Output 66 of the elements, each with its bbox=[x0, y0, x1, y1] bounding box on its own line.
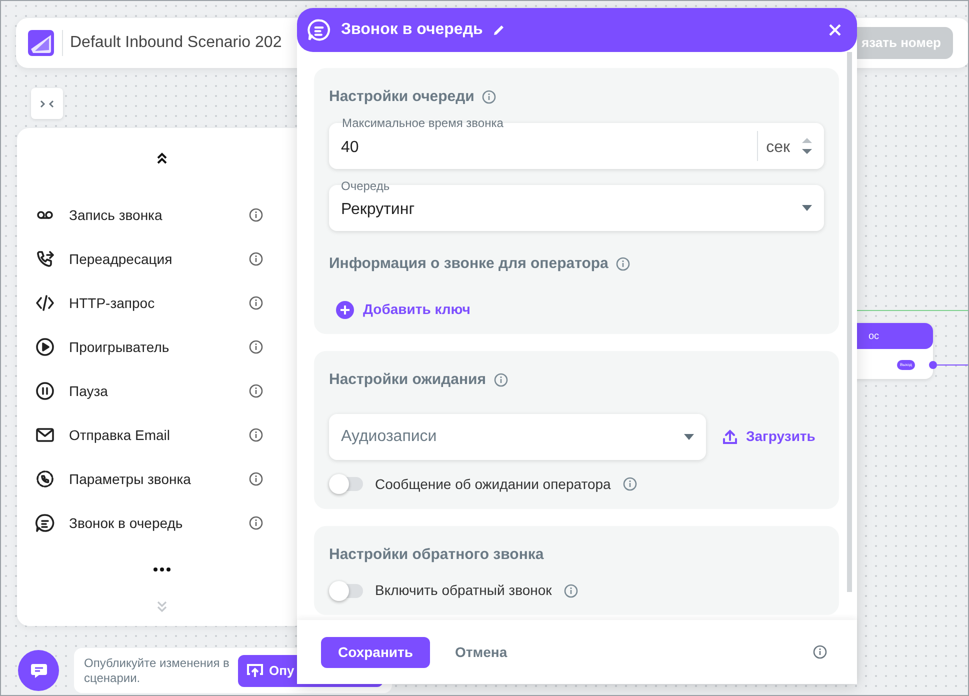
more-dots-icon[interactable] bbox=[153, 567, 171, 572]
section-heading: Настройки обратного звонка bbox=[329, 544, 544, 564]
publish-message: Опубликуйте изменения в сценарии. bbox=[84, 656, 230, 686]
pause-icon bbox=[35, 381, 55, 401]
audio-select[interactable]: Аудиозаписи bbox=[329, 414, 706, 460]
unit-label: сек bbox=[766, 138, 790, 158]
upload-icon bbox=[247, 664, 263, 678]
modal-title: Звонок в очередь bbox=[341, 20, 483, 40]
collapse-icon bbox=[40, 100, 54, 108]
cancel-button[interactable]: Отмена bbox=[454, 642, 508, 662]
logo-icon[interactable] bbox=[27, 29, 55, 57]
info-icon[interactable] bbox=[482, 90, 496, 104]
info-icon[interactable] bbox=[249, 472, 263, 486]
info-icon[interactable] bbox=[564, 584, 578, 598]
upload-button[interactable]: Загрузить bbox=[722, 426, 816, 447]
info-icon[interactable] bbox=[622, 477, 637, 491]
block-item[interactable]: Пауза bbox=[17, 369, 307, 413]
chat-bubble-icon bbox=[307, 18, 331, 42]
block-item[interactable]: Проигрыватель bbox=[17, 325, 307, 369]
pencil-icon[interactable] bbox=[492, 24, 505, 36]
connector-line bbox=[928, 360, 968, 370]
info-icon[interactable] bbox=[249, 252, 263, 266]
select-placeholder: Аудиозаписи bbox=[341, 426, 438, 446]
info-icon[interactable] bbox=[249, 428, 263, 442]
select-value: Рекрутинг bbox=[341, 200, 416, 220]
toggle-label: Включить обратный звонок bbox=[375, 581, 552, 600]
scenario-title: Default Inbound Scenario 202 bbox=[70, 33, 282, 53]
block-item[interactable]: Запись звонка bbox=[17, 193, 307, 237]
envelope-icon bbox=[35, 425, 55, 445]
add-key-button[interactable]: Добавить ключ bbox=[335, 299, 470, 320]
info-icon[interactable] bbox=[249, 208, 263, 222]
block-item[interactable]: Параметры звонка bbox=[17, 457, 307, 501]
info-icon[interactable] bbox=[249, 384, 263, 398]
chat-bubble-icon bbox=[35, 513, 55, 533]
scrollbar[interactable] bbox=[847, 52, 852, 592]
block-item[interactable]: Звонок в очередь bbox=[17, 501, 307, 545]
plus-circle-icon bbox=[335, 300, 355, 320]
double-chevron-up-icon[interactable] bbox=[156, 152, 168, 164]
section-heading: Настройки ожидания bbox=[329, 370, 486, 390]
play-icon bbox=[35, 337, 55, 357]
info-icon[interactable] bbox=[494, 373, 508, 388]
dropdown-caret-icon[interactable] bbox=[684, 434, 694, 440]
subsection-heading: Информация о звонке для оператора bbox=[329, 254, 608, 274]
code-icon bbox=[35, 293, 55, 313]
dropdown-caret-icon[interactable] bbox=[802, 204, 812, 210]
field-value: 40 bbox=[341, 138, 360, 158]
info-icon[interactable] bbox=[249, 340, 263, 354]
info-icon[interactable] bbox=[813, 645, 827, 659]
block-item[interactable]: Отправка Email bbox=[17, 413, 307, 457]
chat-button[interactable] bbox=[18, 650, 59, 691]
node-title: ос bbox=[868, 330, 879, 344]
close-icon[interactable] bbox=[829, 24, 841, 36]
info-icon[interactable] bbox=[616, 256, 630, 271]
block-item[interactable]: HTTP-запрос bbox=[17, 281, 307, 325]
info-icon[interactable] bbox=[249, 296, 263, 310]
toggle-switch[interactable] bbox=[329, 580, 363, 600]
gear-phone-icon bbox=[35, 469, 55, 489]
block-item[interactable]: Переадресация bbox=[17, 237, 307, 281]
save-button[interactable]: Сохранить bbox=[321, 636, 430, 668]
toggle-label: Сообщение об ожидании оператора bbox=[375, 474, 611, 494]
toggle-switch[interactable] bbox=[329, 474, 363, 494]
phone-forward-icon bbox=[35, 249, 55, 269]
section-heading: Настройки очереди bbox=[329, 87, 474, 107]
chat-icon bbox=[30, 662, 48, 680]
info-icon[interactable] bbox=[249, 516, 263, 530]
upload-icon bbox=[722, 428, 738, 444]
